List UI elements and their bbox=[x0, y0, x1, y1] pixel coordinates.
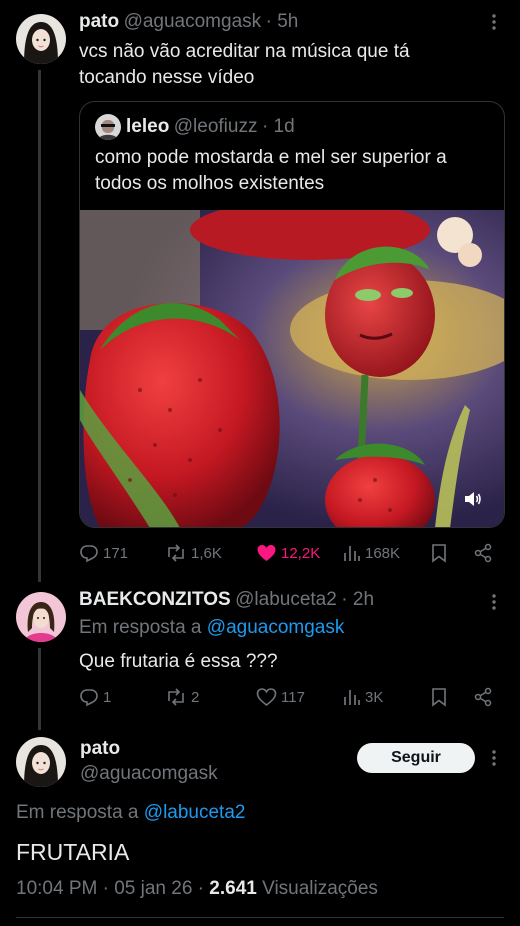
bookmark-icon bbox=[432, 688, 446, 707]
tweet-text: Que frutaria é essa ??? bbox=[79, 651, 278, 672]
reply-icon bbox=[80, 545, 98, 563]
quote-text: como pode mostarda e mel ser superior a … bbox=[95, 145, 495, 197]
reply-button[interactable]: 1 bbox=[79, 687, 111, 707]
more-options-icon[interactable] bbox=[486, 12, 502, 36]
repost-button[interactable]: 2 bbox=[165, 687, 199, 707]
views-label: Visualizações bbox=[262, 878, 378, 899]
tweet-text: FRUTARIA bbox=[16, 839, 130, 865]
reply-context-label: Em resposta a bbox=[79, 617, 202, 638]
more-options-icon[interactable] bbox=[486, 748, 502, 772]
repost-button[interactable]: 1,6K bbox=[165, 543, 222, 563]
repost-icon bbox=[168, 544, 184, 562]
more-options-icon[interactable] bbox=[486, 592, 502, 616]
follow-button[interactable]: Seguir bbox=[357, 743, 475, 773]
quoted-tweet[interactable]: leleo @leofiuzz · 1d como pode mostarda … bbox=[79, 101, 505, 528]
repost-icon bbox=[168, 688, 184, 706]
bookmark-button[interactable] bbox=[431, 687, 447, 707]
author-handle[interactable]: @labuceta2 bbox=[235, 589, 337, 610]
bookmark-icon bbox=[432, 544, 446, 563]
author-name[interactable]: pato bbox=[79, 11, 119, 32]
like-button[interactable]: 117 bbox=[256, 687, 305, 707]
unmute-icon[interactable] bbox=[462, 488, 484, 510]
reply-count: 171 bbox=[103, 544, 129, 562]
tweet-text: vcs não vão acreditar na música que tá t… bbox=[79, 39, 499, 91]
tweet-text-line: vcs não vão acreditar na música que tá bbox=[79, 41, 410, 62]
quote-avatar[interactable] bbox=[95, 114, 121, 140]
quote-author-name[interactable]: leleo bbox=[126, 116, 169, 137]
like-button[interactable]: 12,2K bbox=[256, 543, 320, 563]
like-count: 117 bbox=[281, 688, 305, 706]
reply-button[interactable]: 171 bbox=[79, 543, 128, 563]
like-count: 12,2K bbox=[281, 544, 321, 562]
reply-count: 1 bbox=[103, 688, 112, 706]
repost-count: 1,6K bbox=[191, 544, 222, 562]
views-count: 168K bbox=[365, 544, 401, 562]
post-time[interactable]: · 5h bbox=[266, 11, 299, 32]
views-button[interactable]: 168K bbox=[343, 543, 400, 563]
quote-text-line: como pode mostarda e mel ser superior a bbox=[95, 147, 447, 168]
reply-context-label: Em resposta a bbox=[16, 802, 139, 823]
analytics-icon bbox=[344, 690, 360, 705]
reply-to-link[interactable]: @labuceta2 bbox=[144, 802, 246, 823]
avatar[interactable] bbox=[16, 737, 66, 787]
reply-icon bbox=[80, 689, 98, 707]
heart-filled-icon bbox=[257, 545, 276, 561]
bookmark-button[interactable] bbox=[431, 543, 447, 563]
views-count: 3K bbox=[365, 688, 384, 706]
divider bbox=[16, 917, 504, 918]
repost-count: 2 bbox=[191, 688, 200, 706]
post-time[interactable]: · 2h bbox=[341, 589, 374, 610]
heart-icon bbox=[256, 688, 277, 707]
video-player[interactable] bbox=[80, 210, 504, 527]
avatar[interactable] bbox=[16, 592, 66, 642]
author-name[interactable]: BAEKCONZITOS bbox=[79, 589, 231, 610]
share-button[interactable] bbox=[473, 543, 493, 563]
share-icon bbox=[474, 687, 492, 707]
avatar[interactable] bbox=[16, 14, 66, 64]
analytics-icon bbox=[344, 546, 360, 561]
author-name[interactable]: pato bbox=[80, 738, 120, 760]
quote-author-handle[interactable]: @leofiuzz bbox=[174, 116, 258, 137]
thread-connector-2 bbox=[38, 648, 41, 730]
quote-text-line: todos os molhos existentes bbox=[95, 173, 325, 194]
share-button[interactable] bbox=[473, 687, 493, 707]
share-icon bbox=[474, 543, 492, 563]
tweet-text-line: tocando nesse vídeo bbox=[79, 67, 255, 88]
quote-time[interactable]: · 1d bbox=[262, 116, 295, 137]
views-button[interactable]: 3K bbox=[343, 687, 383, 707]
thread-connector-1 bbox=[38, 70, 41, 582]
author-handle[interactable]: @aguacomgask bbox=[124, 11, 262, 32]
author-handle[interactable]: @aguacomgask bbox=[80, 763, 218, 785]
post-timestamp[interactable]: 10:04 PM · 05 jan 26 · bbox=[16, 878, 204, 899]
views-count: 2.641 bbox=[209, 878, 257, 899]
reply-to-link[interactable]: @aguacomgask bbox=[207, 617, 345, 638]
